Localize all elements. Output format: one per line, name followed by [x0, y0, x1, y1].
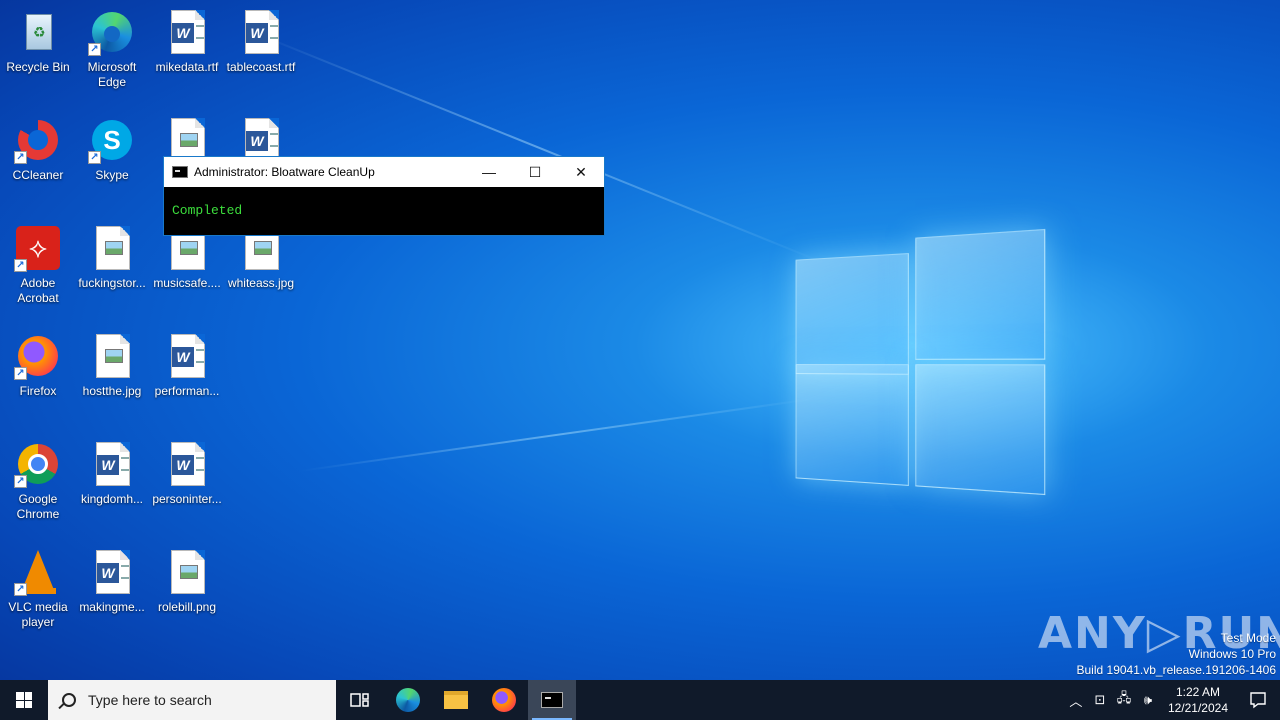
close-icon: ✕ [575, 163, 587, 180]
desktop-icon-ccleaner[interactable]: ↗ CCleaner [0, 110, 76, 214]
shortcut-arrow-icon: ↗ [88, 151, 101, 164]
shortcut-arrow-icon: ↗ [14, 367, 27, 380]
word-doc-icon: W [237, 8, 285, 56]
taskbar: Type here to search ︿ ⊡ 🖧 🕪 1:22 AM 12/2… [0, 680, 1280, 720]
desktop-icon-firefox[interactable]: ↗ Firefox [0, 326, 76, 430]
cmd-window[interactable]: Administrator: Bloatware CleanUp — ☐ ✕ C… [163, 156, 605, 236]
console-icon [541, 692, 563, 708]
taskbar-cmd-button[interactable] [528, 680, 576, 720]
word-doc-icon: W [163, 440, 211, 488]
desktop-icon-word-doc[interactable]: W mikedata.rtf [149, 2, 225, 106]
firefox-icon: ↗ [14, 332, 62, 380]
taskbar-firefox-button[interactable] [480, 680, 528, 720]
desktop-icon-word-doc[interactable]: W kingdomh... [74, 434, 150, 538]
shortcut-arrow-icon: ↗ [14, 583, 27, 596]
image-file-icon [88, 332, 136, 380]
console-output: Completed [172, 203, 243, 218]
image-file-icon [88, 224, 136, 272]
watermark-edition: Windows 10 Pro [1188, 647, 1276, 661]
close-button[interactable]: ✕ [558, 157, 604, 187]
start-button[interactable] [0, 680, 48, 720]
desktop-icon-vlc[interactable]: ↗ VLC media player [0, 542, 76, 646]
word-doc-icon: W [88, 440, 136, 488]
minimize-icon: — [482, 164, 496, 180]
clock-time: 1:22 AM [1175, 685, 1220, 699]
watermark-test-mode: Test Mode [1220, 631, 1276, 645]
taskbar-edge-button[interactable] [384, 680, 432, 720]
vlc-icon: ↗ [14, 548, 62, 596]
notification-button[interactable] [1236, 691, 1280, 709]
skype-icon: S ↗ [88, 116, 136, 164]
desktop-icon-image-file[interactable]: fuckingstor... [74, 218, 150, 322]
minimize-button[interactable]: — [466, 157, 512, 187]
word-doc-icon: W [163, 8, 211, 56]
recycle-bin-icon: ♻ [14, 8, 62, 56]
device-icon[interactable]: ⊡ [1088, 692, 1112, 708]
maximize-icon: ☐ [528, 163, 542, 180]
chevron-up-icon[interactable]: ︿ [1064, 691, 1088, 710]
taskbar-clock[interactable]: 1:22 AM 12/21/2024 [1160, 684, 1236, 716]
acrobat-icon: ⟡ ↗ [14, 224, 62, 272]
desktop-icon-recycle-bin[interactable]: ♻ Recycle Bin [0, 2, 76, 106]
clock-date: 12/21/2024 [1167, 701, 1228, 715]
shortcut-arrow-icon: ↗ [14, 151, 27, 164]
system-tray: ︿ ⊡ 🖧 🕪 1:22 AM 12/21/2024 [1064, 680, 1280, 720]
notification-icon [1250, 692, 1266, 709]
desktop-icon-word-doc[interactable]: W performan... [149, 326, 225, 430]
desktop-icon-microsoft-edge[interactable]: ↗ Microsoft Edge [74, 2, 150, 106]
search-icon [62, 693, 76, 707]
desktop-icon-image-file[interactable]: hostthe.jpg [74, 326, 150, 430]
console-icon [172, 166, 188, 178]
word-doc-icon: W [163, 332, 211, 380]
desktop-icon-word-doc[interactable]: W personinter... [149, 434, 225, 538]
taskbar-file-explorer-button[interactable] [432, 680, 480, 720]
task-view-icon [350, 693, 369, 707]
shortcut-arrow-icon: ↗ [14, 259, 27, 272]
desktop-icon-word-doc[interactable]: W makingme... [74, 542, 150, 646]
watermark-build: Build 19041.vb_release.191206-1406 [1076, 663, 1277, 677]
edge-icon [396, 688, 420, 712]
cmd-window-title: Administrator: Bloatware CleanUp [194, 165, 375, 179]
taskbar-search-box[interactable]: Type here to search [48, 680, 336, 720]
shortcut-arrow-icon: ↗ [14, 475, 27, 488]
volume-icon[interactable]: 🕪 [1136, 692, 1160, 708]
desktop-icon-google-chrome[interactable]: ↗ Google Chrome [0, 434, 76, 538]
cmd-titlebar[interactable]: Administrator: Bloatware CleanUp — ☐ ✕ [164, 157, 604, 187]
desktop-icon-skype[interactable]: S ↗ Skype [74, 110, 150, 214]
ccleaner-icon: ↗ [14, 116, 62, 164]
os-watermark: Test Mode Windows 10 Pro Build 19041.vb_… [1077, 630, 1277, 678]
maximize-button[interactable]: ☐ [512, 157, 558, 187]
search-placeholder: Type here to search [88, 692, 212, 708]
desktop-icon-word-doc[interactable]: W tablecoast.rtf [223, 2, 299, 106]
chrome-icon: ↗ [14, 440, 62, 488]
windows-start-icon [16, 692, 32, 708]
shortcut-arrow-icon: ↗ [88, 43, 101, 56]
windows-logo [790, 224, 1046, 499]
desktop-icon-adobe-acrobat[interactable]: ⟡ ↗ Adobe Acrobat [0, 218, 76, 322]
image-file-icon [163, 548, 211, 596]
edge-icon: ↗ [88, 8, 136, 56]
light-beam [299, 397, 816, 472]
network-icon[interactable]: 🖧 [1112, 689, 1136, 711]
desktop-icon-image-file[interactable]: rolebill.png [149, 542, 225, 646]
task-view-button[interactable] [336, 680, 384, 720]
folder-icon [444, 691, 468, 709]
word-doc-icon: W [88, 548, 136, 596]
firefox-icon [492, 688, 516, 712]
